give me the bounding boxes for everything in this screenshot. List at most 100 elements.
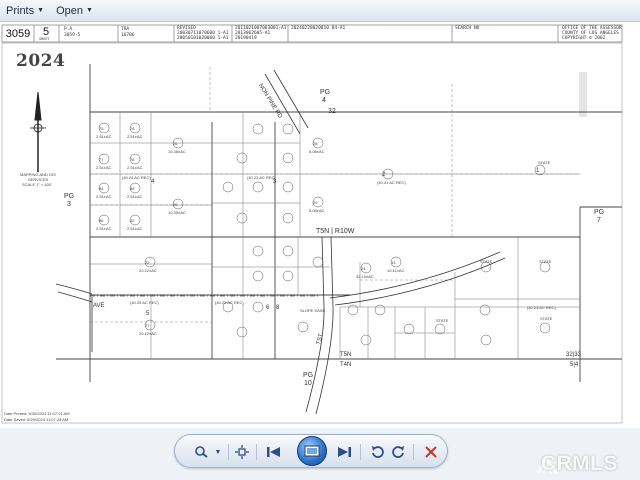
section-4: 4 <box>151 179 155 185</box>
section-6: 6 <box>266 305 270 311</box>
pa-value: 3059-5 <box>64 33 81 38</box>
section-8: 8 <box>276 305 280 311</box>
legend-line-3: SCALE 1" = 400' <box>22 182 52 187</box>
search-label: SEARCH NO <box>455 26 480 31</box>
rec-note: (40.25 AC REC) <box>130 300 159 305</box>
parcel-acres: 32.15±AC <box>356 274 374 279</box>
section-5: 5 <box>146 311 150 317</box>
pg7-num: 7 <box>597 217 601 224</box>
state-label-801: STATE <box>539 259 552 264</box>
slope-ease: SLOPE EASE <box>300 308 326 313</box>
parcel-acres: 10.38±AC <box>168 149 186 154</box>
delete-icon <box>425 446 437 458</box>
section-1: 1 <box>536 168 540 174</box>
parcel-num: 75 <box>99 126 104 131</box>
parcel-num: 85 <box>130 186 135 191</box>
parcel-num: 78 <box>130 157 135 162</box>
parcel-acres: 20.12±AC <box>139 268 157 273</box>
parcel-num: 22 <box>145 260 150 265</box>
slideshow-button[interactable] <box>297 436 327 466</box>
previous-icon <box>267 447 280 457</box>
menu-prints-label: Prints <box>6 4 35 17</box>
fit-window-icon <box>235 445 249 459</box>
section-32-33: 32|33 <box>566 352 581 358</box>
map-year: 2024 <box>16 51 66 71</box>
parcel-acres: 2.51±AC <box>127 226 143 231</box>
parcel-acres: 5.08±AC <box>309 149 325 154</box>
parcel-num: 42 <box>130 218 135 223</box>
zoom-dropdown-chevron[interactable]: ▼ <box>209 444 227 460</box>
parcel-num: 84 <box>99 186 104 191</box>
toolbar-separator <box>413 444 414 460</box>
parcel-num: 77 <box>99 157 104 162</box>
date-printed: Date Printed: 5/30/2024 11:07:01 AM <box>4 411 70 416</box>
township-t4n: T4N <box>340 362 352 368</box>
office-line-3: COPYRIGHT © 2002 <box>562 36 606 41</box>
watermark-text: CRMLS <box>540 452 618 475</box>
tra-value: 16786 <box>121 33 135 38</box>
document-view: 3059 5 SHEET P.A. 3059-5 TRA 16786 REVIS… <box>0 22 640 428</box>
parcel-num: 30 <box>173 202 178 207</box>
pg3-num: 3 <box>67 201 71 208</box>
map-book-number: 3059 <box>5 27 31 40</box>
parcel-acres: 2.51±AC <box>127 194 143 199</box>
revised-value-2: 20050101020060 1-A1 <box>177 36 229 41</box>
toolbar-separator <box>256 444 257 460</box>
rec-note: (40.23 AC REC) <box>247 175 276 180</box>
parcel-acres: 2.51±AC <box>127 165 143 170</box>
previous-button[interactable] <box>265 444 283 460</box>
assessor-map <box>1 24 623 424</box>
parcel-acres: 20.12±AC <box>139 331 157 336</box>
parcel-acres: 5.08±AC <box>309 208 325 213</box>
menu-open[interactable]: Open ▼ <box>50 0 99 22</box>
toolbar-separator <box>228 444 229 460</box>
next-button[interactable] <box>335 444 353 460</box>
next-icon <box>338 447 351 457</box>
street-ave: AVE <box>93 303 105 309</box>
parcel-num: 13 <box>391 260 396 265</box>
menu-open-label: Open <box>56 4 83 17</box>
menu-prints[interactable]: Prints ▼ <box>0 0 50 22</box>
parcel-num: 28 <box>313 141 318 146</box>
parcel-acres: 2.51±AC <box>96 134 112 139</box>
parcel-acres: 10.11±AC <box>387 268 405 273</box>
rec-note: (40.24 AC REC) <box>122 175 151 180</box>
parcel-acres: 10.35±AC <box>168 210 186 215</box>
pg10-label: PG <box>303 372 314 379</box>
rec-note: (40.23 AC REC) <box>215 300 244 305</box>
pa-label: P.A. <box>64 27 75 32</box>
rec-note: (40.23 AC REC) <box>527 305 556 310</box>
parcel-acres: 2.51±AC <box>96 226 112 231</box>
sheet-label: SHEET <box>39 37 50 41</box>
parcel-acres: 2.51±AC <box>96 165 112 170</box>
chevron-down-icon: ▼ <box>37 7 45 14</box>
magnifier-icon <box>195 446 208 458</box>
rotate-cw-button[interactable] <box>390 444 408 460</box>
revised-value-6: 20240228020010 04-A1 <box>291 26 346 31</box>
parcel-num: 29 <box>313 200 318 205</box>
date-saved: Date Saved: 5/29/2024 11:07:28 AM <box>4 417 69 422</box>
delete-button[interactable] <box>422 444 440 460</box>
pg10-num: 10 <box>304 380 312 387</box>
slideshow-icon <box>304 445 320 457</box>
tra-label: TRA <box>121 27 130 32</box>
chevron-down-icon: ▼ <box>85 7 93 14</box>
parcel-num: 26 <box>173 141 178 146</box>
parcel-acres: 2.51±AC <box>96 194 112 199</box>
parcel-num: 86 <box>99 218 104 223</box>
rec-note: (40.41 AC REC) <box>377 180 406 185</box>
state-label-804: STATE <box>540 316 553 321</box>
parcel-num: 24 <box>361 266 366 271</box>
toolbar-separator <box>360 444 361 460</box>
chevron-down-icon: ▼ <box>214 448 222 456</box>
township-t5n: T5N <box>340 352 352 358</box>
pg4-num: 4 <box>322 97 326 104</box>
fit-button[interactable] <box>233 444 251 460</box>
parcel-num: 27 <box>145 323 150 328</box>
state-label-900: STATE <box>538 160 551 165</box>
menu-bar: Prints ▼ Open ▼ <box>0 0 640 22</box>
rotate-ccw-button[interactable] <box>368 444 386 460</box>
section-2: 2 <box>382 172 386 178</box>
state-label-802: STATE <box>480 259 493 264</box>
state-label-803: STATE <box>436 318 449 323</box>
